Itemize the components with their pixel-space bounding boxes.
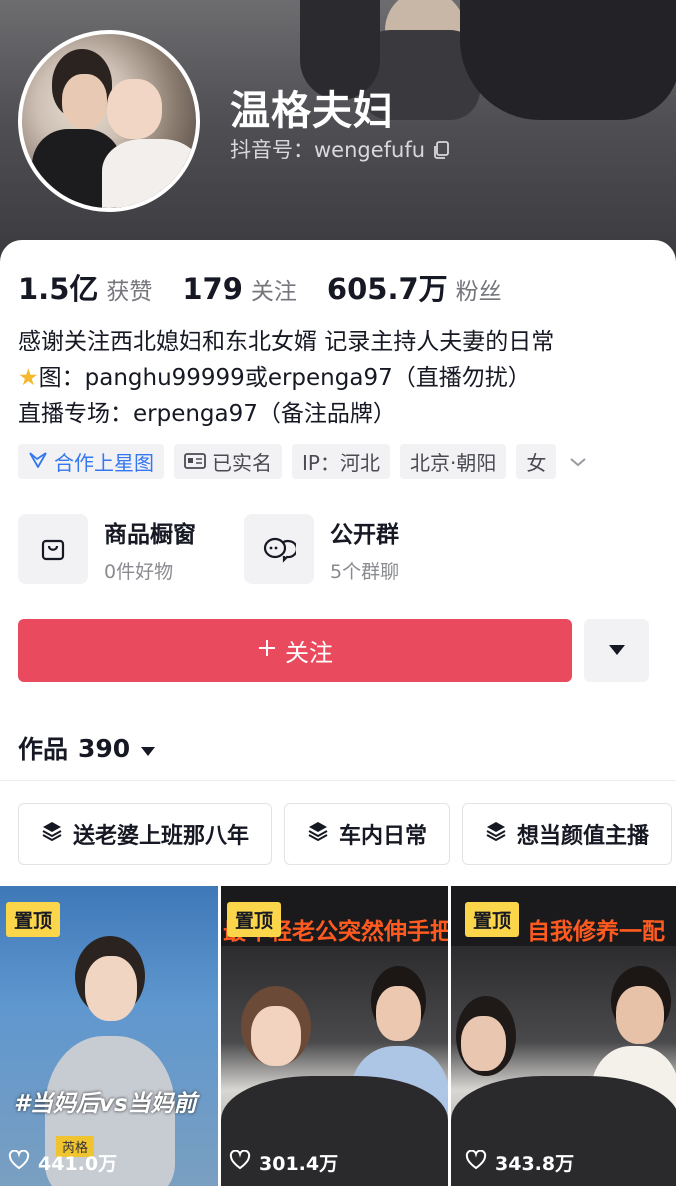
public-group[interactable]: 公开群 5个群聊 bbox=[244, 514, 399, 584]
cooperation-tag[interactable]: 合作上星图 bbox=[18, 444, 164, 479]
following-count[interactable]: 179 bbox=[182, 272, 243, 306]
cooperation-label: 合作上星图 bbox=[54, 451, 154, 475]
works-count: 390 bbox=[78, 733, 131, 763]
star-map-icon bbox=[28, 450, 48, 474]
profile-name: 温格夫妇 bbox=[230, 88, 394, 134]
video-thumbnail[interactable]: 置顶 #当妈后vs当妈前 芮格 441.0万 bbox=[0, 886, 218, 1186]
video-hashtag: #当妈后vs当妈前 bbox=[14, 1091, 197, 1117]
pinned-badge: 置顶 bbox=[227, 902, 282, 937]
douyin-id[interactable]: 抖音号：wengefufu bbox=[230, 134, 449, 164]
video-thumbnail[interactable]: 最年轻老公突然伸手把 置顶 301.4万 bbox=[221, 886, 448, 1186]
collection-chip[interactable]: 车内日常 bbox=[284, 803, 451, 865]
chevron-down-icon[interactable] bbox=[566, 450, 590, 474]
video-banner: 自我修养一配 bbox=[527, 919, 665, 945]
collection-chip[interactable]: 想当颜值主播 bbox=[462, 803, 673, 865]
bio-line: 直播专场：erpenga97（备注品牌） bbox=[18, 401, 396, 427]
bio-line: ★图：panghu99999或erpenga97（直播勿扰） bbox=[18, 365, 531, 391]
bio: 感谢关注西北媳妇和东北女婿 记录主持人夫妻的日常 ★图：panghu99999或… bbox=[18, 324, 554, 432]
likes-label: 获赞 bbox=[106, 279, 153, 305]
services-row: 商品橱窗 0件好物 公开群 5个群聊 bbox=[18, 514, 399, 584]
followers-label[interactable]: 粉丝 bbox=[456, 272, 502, 306]
shopping-bag-icon bbox=[18, 514, 88, 584]
triangle-down-icon bbox=[608, 641, 626, 660]
verified-label: 已实名 bbox=[212, 451, 272, 475]
heart-icon bbox=[229, 1149, 251, 1175]
layers-icon bbox=[485, 820, 507, 848]
pinned-badge: 置顶 bbox=[465, 902, 520, 937]
star-icon: ★ bbox=[18, 365, 39, 391]
collection-label: 想当颜值主播 bbox=[517, 824, 650, 849]
shop-window-title: 商品橱窗 bbox=[104, 521, 196, 548]
tag-row: 合作上星图 已实名 IP：河北 北京·朝阳 女 bbox=[18, 444, 590, 479]
copy-icon[interactable] bbox=[433, 140, 449, 159]
collection-label: 送老婆上班那八年 bbox=[73, 824, 250, 849]
location-tag: 北京·朝阳 bbox=[399, 444, 507, 479]
layers-icon bbox=[307, 820, 329, 848]
bio-line: 感谢关注西北媳妇和东北女婿 记录主持人夫妻的日常 bbox=[18, 329, 555, 355]
shop-window[interactable]: 商品橱窗 0件好物 bbox=[18, 514, 196, 584]
collections-row: 送老婆上班那八年 车内日常 想当颜值主播 bbox=[18, 803, 673, 865]
works-label: 作品 bbox=[18, 735, 69, 764]
collection-chip[interactable]: 送老婆上班那八年 bbox=[18, 803, 273, 865]
follow-label: 关注 bbox=[285, 640, 333, 667]
like-count: 343.8万 bbox=[465, 1149, 574, 1176]
layers-icon bbox=[41, 820, 63, 848]
divider bbox=[0, 780, 676, 781]
shop-window-sub: 0件好物 bbox=[104, 560, 174, 583]
video-thumbnail[interactable]: 自我修养一配 置顶 343.8万 bbox=[451, 886, 676, 1186]
more-options-button[interactable] bbox=[584, 619, 649, 682]
likes-count: 1.5亿 bbox=[18, 272, 99, 306]
caret-down-icon bbox=[140, 734, 156, 763]
chat-bubbles-icon bbox=[244, 514, 314, 584]
pinned-badge: 置顶 bbox=[6, 902, 61, 937]
stats-row: 1.5亿 获赞 179 关注 605.7万 粉丝 bbox=[18, 266, 532, 308]
followers-count[interactable]: 605.7万 bbox=[327, 266, 448, 308]
public-group-title: 公开群 bbox=[330, 521, 399, 548]
ip-tag: IP：河北 bbox=[292, 444, 390, 479]
public-group-sub: 5个群聊 bbox=[330, 560, 400, 583]
gender-tag: 女 bbox=[516, 444, 557, 479]
douyin-id-text: 抖音号：wengefufu bbox=[230, 138, 426, 162]
plus-icon bbox=[257, 637, 277, 665]
verified-tag[interactable]: 已实名 bbox=[174, 444, 282, 479]
profile-page: 温格夫妇 抖音号：wengefufu 1.5亿 获赞 179 关注 605.7万… bbox=[0, 0, 676, 1186]
works-tab[interactable]: 作品 390 bbox=[18, 730, 156, 766]
following-label[interactable]: 关注 bbox=[251, 272, 297, 306]
collection-label: 车内日常 bbox=[339, 824, 428, 849]
heart-icon bbox=[465, 1149, 487, 1175]
video-grid: 置顶 #当妈后vs当妈前 芮格 441.0万 最年轻老公突然伸手把 置顶 301… bbox=[0, 886, 676, 1186]
heart-icon bbox=[8, 1149, 30, 1175]
id-card-icon bbox=[184, 450, 206, 474]
like-count: 301.4万 bbox=[229, 1149, 338, 1176]
like-count: 441.0万 bbox=[8, 1149, 117, 1176]
follow-button[interactable]: 关注 bbox=[18, 619, 572, 682]
avatar[interactable] bbox=[18, 30, 200, 212]
